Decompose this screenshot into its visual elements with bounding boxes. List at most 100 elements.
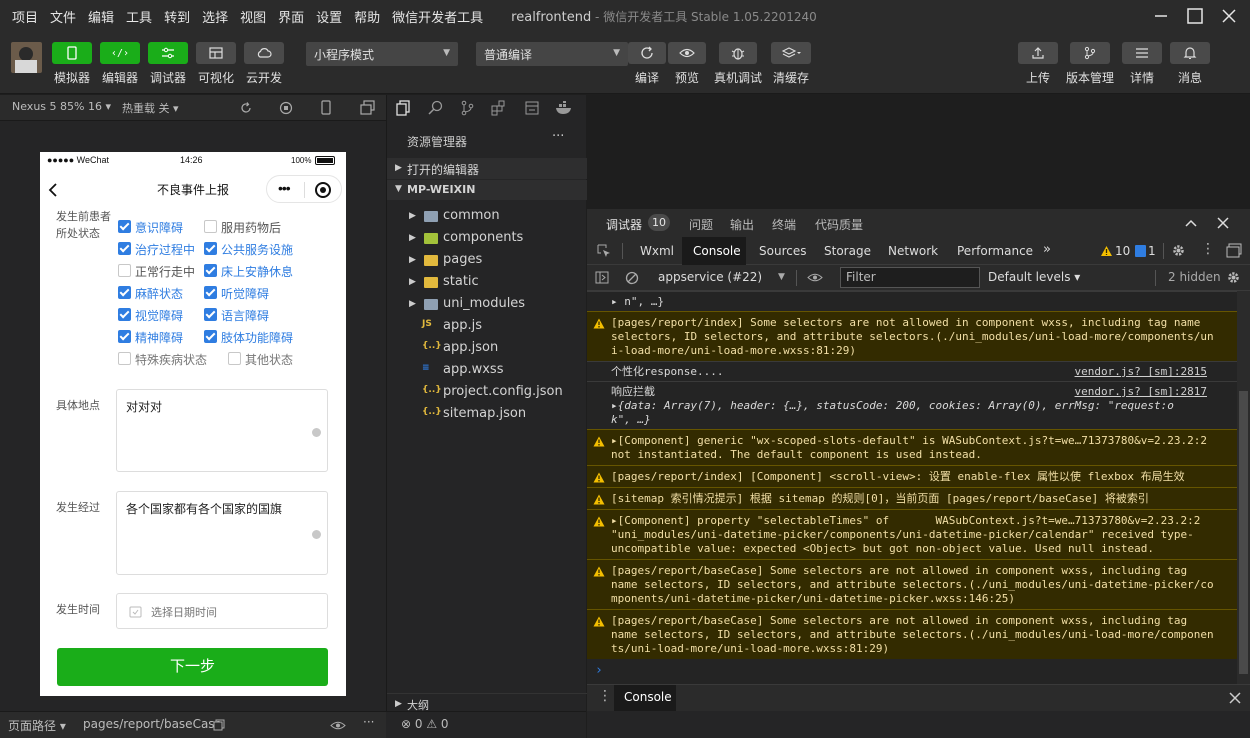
tab-terminal[interactable]: 终端 — [772, 216, 796, 233]
eye-icon[interactable] — [807, 272, 823, 283]
checkbox[interactable] — [118, 308, 131, 321]
checkbox[interactable] — [118, 220, 131, 233]
checkbox-label[interactable]: 意识障碍 — [135, 219, 183, 236]
console-warning[interactable]: ▸[Component] generic "wx-scoped-slots-de… — [587, 429, 1237, 465]
kebab-menu-icon[interactable]: ⋮ — [1201, 241, 1215, 257]
tab-storage[interactable]: Storage — [824, 244, 871, 258]
console-warning[interactable]: [pages/report/baseCase] Some selectors a… — [587, 609, 1237, 659]
messages-button[interactable] — [1170, 42, 1210, 64]
checkbox-label[interactable]: 其他状态 — [245, 351, 293, 368]
checkbox-label[interactable]: 特殊疾病状态 — [135, 351, 207, 368]
checkbox-label[interactable]: 治疗过程中 — [135, 241, 195, 258]
docker-icon[interactable] — [555, 100, 573, 116]
file-item[interactable]: {..} project.config.json — [387, 381, 587, 403]
clear-icon[interactable] — [312, 530, 321, 539]
console-log[interactable]: 响应拦截 vendor.js? [sm]:2817 ▸{data: Array(7)… — [587, 381, 1237, 429]
console-object-line[interactable]: ▸{data: Array(7), header: {…}, statusCod… — [611, 399, 1174, 413]
tab-wxml[interactable]: Wxml — [640, 244, 674, 258]
simulator-button[interactable] — [52, 42, 92, 64]
more-tabs-icon[interactable]: » — [1043, 242, 1051, 257]
tab-sources[interactable]: Sources — [759, 244, 806, 258]
file-item[interactable]: {..} app.json — [387, 337, 587, 359]
outline-section[interactable]: ▶ 大纲 — [387, 693, 587, 713]
console-prompt[interactable]: › — [595, 663, 603, 678]
maximize-button[interactable] — [1178, 0, 1212, 32]
search-icon[interactable] — [428, 100, 444, 116]
debugger-button[interactable] — [148, 42, 188, 64]
file-item[interactable]: JS app.js — [387, 315, 587, 337]
project-section[interactable]: ▼ MP-WEIXIN — [387, 180, 587, 200]
editor-button[interactable]: ‹/› — [100, 42, 140, 64]
checkbox-label[interactable]: 语言障碍 — [221, 307, 269, 324]
checkbox[interactable] — [118, 330, 131, 343]
checkbox[interactable] — [204, 308, 217, 321]
checkbox-label[interactable]: 听觉障碍 — [221, 285, 269, 302]
tab-output[interactable]: 输出 — [730, 216, 754, 233]
console-warning[interactable]: [pages/report/baseCase] Some selectors a… — [587, 559, 1237, 609]
file-item[interactable]: ≡ app.wxss — [387, 359, 587, 381]
console-log[interactable]: ▸ n", …} — [587, 291, 1237, 311]
menu-interface[interactable]: 界面 — [272, 7, 310, 26]
menu-select[interactable]: 选择 — [196, 7, 234, 26]
more-actions-icon[interactable]: ··· — [552, 129, 564, 144]
checkbox[interactable] — [118, 352, 131, 365]
console-warning[interactable]: [sitemap 索引情况提示] 根据 sitemap 的规则[0]，当前页面 … — [587, 487, 1237, 509]
folder-item[interactable]: ▶ pages — [387, 249, 587, 271]
minimize-button[interactable] — [1144, 0, 1178, 32]
tab-console[interactable]: Console — [682, 237, 746, 265]
cloud-button[interactable] — [244, 42, 284, 64]
gear-icon[interactable] — [1171, 243, 1186, 258]
visual-button[interactable] — [196, 42, 236, 64]
version-button[interactable] — [1070, 42, 1110, 64]
checkbox-label[interactable]: 麻醉状态 — [135, 285, 183, 302]
checkbox[interactable] — [204, 242, 217, 255]
tab-performance[interactable]: Performance — [957, 244, 1033, 258]
checkbox[interactable] — [118, 264, 131, 277]
menu-wechat-devtools[interactable]: 微信开发者工具 — [386, 7, 489, 26]
folder-item[interactable]: ▶ components — [387, 227, 587, 249]
database-icon[interactable] — [524, 100, 540, 116]
hotreload-select[interactable]: 热重载 关 ▾ — [122, 100, 179, 116]
menu-view[interactable]: 视图 — [234, 7, 272, 26]
compile-button[interactable] — [628, 42, 666, 64]
process-field[interactable]: 各个国家都有各个国家的国旗 — [116, 491, 328, 575]
extensions-icon[interactable] — [491, 100, 507, 116]
location-field[interactable]: 对对对 — [116, 389, 328, 472]
more-icon[interactable]: ··· — [363, 715, 374, 729]
gear-icon[interactable] — [1226, 270, 1241, 285]
menu-project[interactable]: 项目 — [6, 7, 44, 26]
page-path-select[interactable]: 页面路径 ▾ — [8, 717, 66, 734]
folder-item[interactable]: ▶ common — [387, 205, 587, 227]
remote-debug-button[interactable] — [719, 42, 757, 64]
menu-settings[interactable]: 设置 — [310, 7, 348, 26]
avatar[interactable] — [11, 42, 42, 73]
popout-icon[interactable] — [360, 100, 376, 116]
close-window-button[interactable] — [1212, 0, 1246, 32]
copy-icon[interactable] — [213, 719, 225, 731]
tab-problems[interactable]: 问题 — [689, 216, 713, 233]
compile-select[interactable]: 普通编译 ▼ — [476, 42, 628, 66]
checkbox-label[interactable]: 床上安静休息 — [221, 263, 293, 280]
warning-icon[interactable] — [1100, 245, 1113, 257]
console-object-line[interactable]: k", …} — [611, 413, 651, 427]
checkbox[interactable] — [204, 264, 217, 277]
open-editors-section[interactable]: ▶ 打开的编辑器 — [387, 158, 587, 179]
chevron-up-icon[interactable] — [1185, 218, 1197, 228]
checkbox-label[interactable]: 服用药物后 — [221, 219, 281, 236]
file-item[interactable]: {..} sitemap.json — [387, 403, 587, 425]
close-icon[interactable] — [1217, 217, 1229, 229]
clear-cache-button[interactable] — [771, 42, 811, 64]
clear-icon[interactable] — [312, 428, 321, 437]
menu-file[interactable]: 文件 — [44, 7, 82, 26]
problems-status[interactable]: ⊗ 0 ⚠ 0 — [386, 711, 586, 738]
console-warning[interactable]: [pages/report/index] Some selectors are … — [587, 311, 1237, 361]
checkbox-label[interactable]: 公共服务设施 — [221, 241, 293, 258]
eye-icon[interactable] — [330, 720, 346, 731]
rotate-icon[interactable] — [239, 101, 253, 115]
next-step-button[interactable]: 下一步 — [57, 648, 328, 686]
upload-button[interactable] — [1018, 42, 1058, 64]
console-warning[interactable]: [pages/report/index] [Component] <scroll… — [587, 465, 1237, 487]
close-miniprogram-icon[interactable] — [315, 182, 331, 198]
more-dots-icon[interactable]: ••• — [278, 180, 291, 196]
source-link[interactable]: vendor.js? [sm]:2815 — [1075, 365, 1207, 379]
